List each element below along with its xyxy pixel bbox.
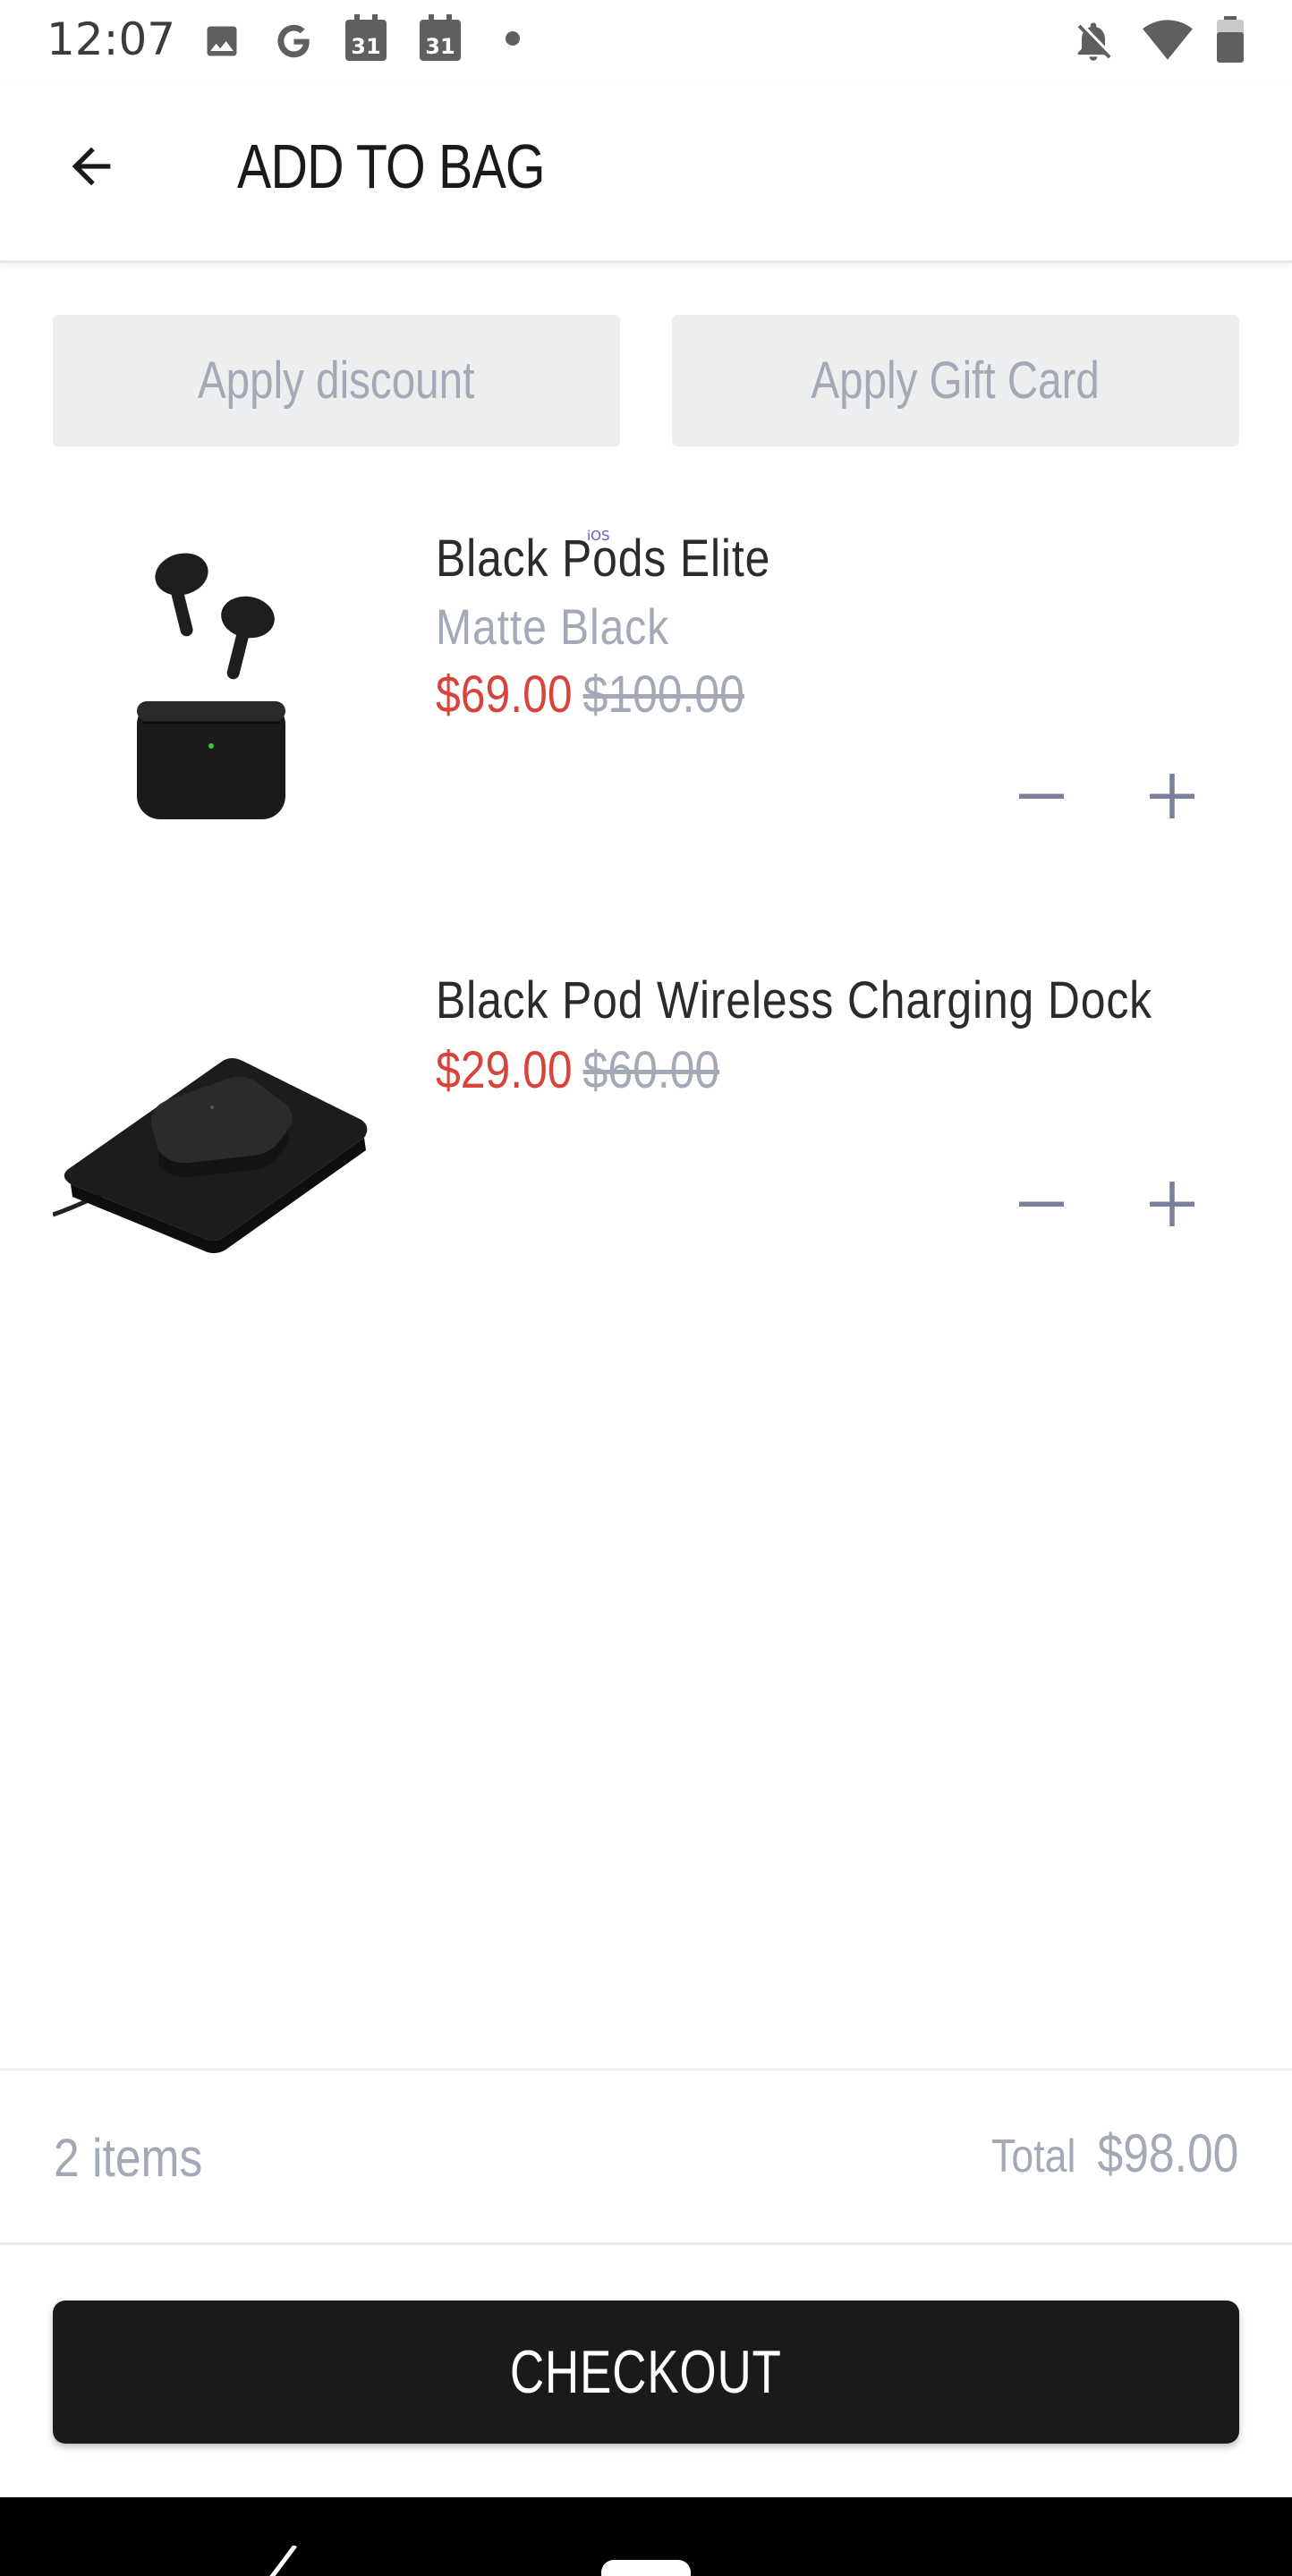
app-bar: ADD TO BAG [0, 82, 1292, 263]
total-block: Total $98.00 [991, 2123, 1238, 2184]
decrease-quantity-button[interactable] [999, 753, 1084, 839]
ios-tag: iOS [587, 528, 610, 544]
svg-text:31: 31 [351, 34, 380, 59]
decrease-quantity-button[interactable] [999, 1161, 1084, 1247]
apply-discount-button[interactable]: Apply discount [53, 315, 620, 446]
apply-discount-label: Apply discount [198, 352, 475, 410]
nav-home-button[interactable] [601, 2560, 691, 2576]
dot-icon [506, 31, 520, 46]
cart-item: Black Pods Elite Matte Black $69.00 $100.… [0, 519, 1292, 894]
arrow-left-icon [72, 147, 111, 186]
checkout-label: CHECKOUT [510, 2338, 782, 2406]
order-summary: 2 items Total $98.00 [0, 2068, 1292, 2245]
status-bar: 12:07 31 31 [0, 0, 1292, 82]
plus-icon [1150, 1182, 1194, 1226]
system-nav-bar [0, 2497, 1292, 2576]
google-icon [277, 24, 310, 58]
wifi-icon [1143, 20, 1193, 60]
increase-quantity-button[interactable] [1129, 753, 1215, 839]
calendar-icon: 31 [345, 14, 387, 61]
status-time: 12:07 [47, 13, 176, 65]
items-count: 2 items [54, 2128, 203, 2188]
checkout-button[interactable]: CHECKOUT [53, 2301, 1239, 2444]
earbuds-image [137, 553, 285, 819]
item-variant: Matte Black [436, 598, 670, 655]
apply-gift-card-label: Apply Gift Card [811, 352, 1101, 410]
promo-row: Apply discount Apply Gift Card [53, 315, 1239, 446]
minus-icon [1019, 1201, 1064, 1207]
svg-text:31: 31 [425, 34, 455, 59]
page-title: ADD TO BAG [237, 131, 546, 201]
calendar-icon: 31 [420, 14, 461, 61]
increase-quantity-button[interactable] [1129, 1161, 1215, 1247]
total-value: $98.00 [1097, 2123, 1238, 2183]
nav-back-icon[interactable] [259, 2546, 304, 2576]
item-prices: $29.00 $60.00 [436, 1039, 719, 1102]
item-prices: $69.00 $100.00 [436, 664, 744, 726]
battery-icon [1217, 16, 1244, 63]
original-price: $100.00 [582, 665, 744, 724]
apply-gift-card-button[interactable]: Apply Gift Card [672, 315, 1239, 446]
sale-price: $29.00 [436, 1041, 573, 1099]
cart-item: Black Pod Wireless Charging Dock $29.00 $… [0, 962, 1292, 1338]
minus-icon [1019, 793, 1064, 799]
plus-icon [1150, 774, 1194, 818]
image-icon [207, 26, 237, 56]
charging-dock-image [53, 1058, 368, 1253]
notifications-off-icon [1077, 22, 1111, 61]
original-price: $60.00 [582, 1041, 720, 1099]
sale-price: $69.00 [436, 665, 573, 724]
item-name: Black Pod Wireless Charging Dock [436, 971, 1152, 1030]
total-label: Total [990, 2131, 1076, 2182]
back-button[interactable] [50, 125, 132, 208]
